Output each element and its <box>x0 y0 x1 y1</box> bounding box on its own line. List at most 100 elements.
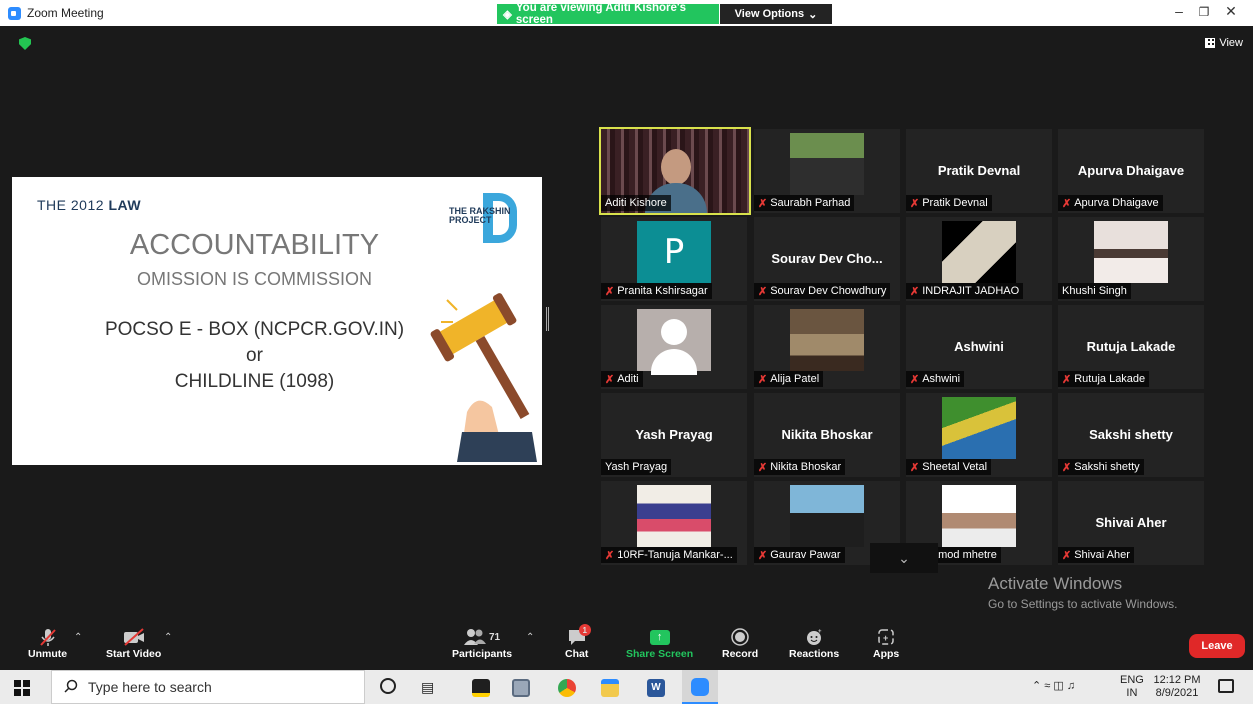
share-screen-button[interactable]: ↑ Share Screen <box>626 626 693 660</box>
participant-name: Nikita Bhoskar <box>770 461 842 473</box>
mic-muted-icon: ✗ <box>1062 197 1072 210</box>
chrome-icon[interactable] <box>558 679 576 697</box>
participant-tile[interactable]: P ✗ Pranita Kshirsagar <box>601 217 747 301</box>
participant-photo <box>790 485 864 547</box>
leave-button[interactable]: Leave <box>1189 634 1245 658</box>
cortana-icon[interactable] <box>380 678 396 694</box>
sticky-notes-icon[interactable] <box>472 679 490 697</box>
taskbar-search-box[interactable]: Type here to search <box>51 670 365 704</box>
search-icon <box>64 679 78 696</box>
tray-icons[interactable]: ⌃ ≈ ◫ ♫ <box>1032 680 1075 693</box>
participant-name-label: ✗ Sheetal Vetal <box>906 459 992 475</box>
chat-button[interactable]: 1 Chat <box>565 624 591 660</box>
participant-tile[interactable]: Aditi Kishore <box>599 127 751 215</box>
mic-muted-icon <box>38 626 58 648</box>
participant-name-label: ✗ Sakshi shetty <box>1058 459 1144 475</box>
audio-options-caret-icon[interactable]: ⌃ <box>74 632 82 643</box>
file-explorer-icon[interactable] <box>601 679 619 697</box>
splitter-handle[interactable] <box>546 307 549 331</box>
windows-start-icon[interactable] <box>14 680 30 696</box>
participant-photo <box>790 133 864 195</box>
reactions-button[interactable]: + Reactions <box>789 626 839 660</box>
next-page-button[interactable]: ⌄ <box>870 543 938 573</box>
participant-tile[interactable]: Sourav Dev Cho... ✗ Sourav Dev Chowdhury <box>754 217 900 301</box>
mic-muted-icon: ✗ <box>605 549 615 562</box>
view-button[interactable]: View <box>1205 37 1243 49</box>
clock[interactable]: 12:12 PM 8/9/2021 <box>1152 674 1202 700</box>
default-avatar-icon <box>637 309 711 375</box>
participant-tile[interactable]: Rutuja Lakade ✗ Rutuja Lakade <box>1058 305 1204 389</box>
participant-tile[interactable]: Pratik Devnal ✗ Pratik Devnal <box>906 129 1052 213</box>
participant-tile[interactable]: Ashwini ✗ Ashwini <box>906 305 1052 389</box>
participant-display-name: Pratik Devnal <box>937 163 1021 178</box>
participant-tile[interactable]: ✗ 10RF-Tanuja Mankar-... <box>601 481 747 565</box>
start-video-button[interactable]: Start Video <box>106 626 161 660</box>
view-label: View <box>1219 37 1243 49</box>
mic-muted-icon: ✗ <box>605 373 615 386</box>
participant-tile[interactable]: Yash Prayag Yash Prayag <box>601 393 747 477</box>
participant-tile[interactable]: ✗ Saurabh Parhad <box>754 129 900 213</box>
slide-line-pocso: POCSO E - BOX (NCPCR.GOV.IN) <box>104 319 405 340</box>
participant-name: Sheetal Vetal <box>922 461 988 473</box>
participant-photo <box>942 485 1016 547</box>
paint-app-icon[interactable] <box>512 679 530 697</box>
participant-tile[interactable]: Apurva Dhaigave ✗ Apurva Dhaigave <box>1058 129 1204 213</box>
participant-tile[interactable]: Sakshi shetty ✗ Sakshi shetty <box>1058 393 1204 477</box>
participant-photo <box>942 397 1016 459</box>
participant-name-label: Yash Prayag <box>601 459 672 475</box>
participants-caret-icon[interactable]: ⌃ <box>526 632 534 643</box>
zoom-icon <box>691 678 709 696</box>
participant-name: Pranita Kshirsagar <box>617 285 708 297</box>
view-options-button[interactable]: View Options ⌄ <box>720 4 832 24</box>
participant-name-label: ✗ Rutuja Lakade <box>1058 371 1150 387</box>
participant-tile[interactable]: ✗ Sheetal Vetal <box>906 393 1052 477</box>
participant-name: Alija Patel <box>770 373 820 385</box>
meeting-toolbar: Unmute ⌃ Start Video ⌃ 71 Participants ⌃… <box>0 620 1253 670</box>
app-title: Zoom Meeting <box>8 6 104 20</box>
reactions-icon: + <box>805 626 823 648</box>
lang-line1: ENG <box>1120 674 1144 686</box>
participant-name: Shivai Aher <box>1074 549 1130 561</box>
share-screen-label: Share Screen <box>626 648 694 660</box>
notifications-icon[interactable] <box>1218 679 1234 693</box>
shared-screen: THE 2012 LAW THE RAKSHIN PROJECT ACCOUNT… <box>12 177 542 465</box>
participant-name: Ashwini <box>922 373 961 385</box>
participant-tile[interactable]: Nikita Bhoskar ✗ Nikita Bhoskar <box>754 393 900 477</box>
participant-tile[interactable]: ✗ Alija Patel <box>754 305 900 389</box>
participant-name-label: ✗ Sourav Dev Chowdhury <box>754 283 891 299</box>
language-indicator[interactable]: ENG IN <box>1120 674 1144 700</box>
restore-button[interactable]: ❐ <box>1189 5 1219 19</box>
participant-tile[interactable]: ✗ INDRAJIT JADHAO <box>906 217 1052 301</box>
participant-name: Sakshi shetty <box>1074 461 1140 473</box>
task-view-icon[interactable]: ▤ <box>421 679 434 696</box>
participant-display-name: Yash Prayag <box>635 427 713 442</box>
slide-law-title: THE 2012 LAW <box>37 197 141 213</box>
participant-tile[interactable]: Khushi Singh <box>1058 217 1204 301</box>
lang-line2: IN <box>1126 687 1138 699</box>
participant-name-label: ✗ Ashwini <box>906 371 965 387</box>
video-options-caret-icon[interactable]: ⌃ <box>164 632 172 643</box>
participant-name-label: ✗ Aditi <box>601 371 643 387</box>
close-button[interactable]: ✕ <box>1216 3 1246 20</box>
apps-button[interactable]: + Apps <box>873 626 899 660</box>
participant-name-label: ✗ Alija Patel <box>754 371 824 387</box>
participant-photo <box>1094 221 1168 283</box>
participant-name: Yash Prayag <box>605 461 668 473</box>
participant-name: Aditi <box>617 373 639 385</box>
slide-heading: ACCOUNTABILITY <box>129 229 380 261</box>
unmute-button[interactable]: Unmute <box>28 626 67 660</box>
participant-display-name: Apurva Dhaigave <box>1077 163 1185 178</box>
participant-tile[interactable]: Shivai Aher ✗ Shivai Aher <box>1058 481 1204 565</box>
apps-label: Apps <box>873 648 900 660</box>
participants-count: 71 <box>488 631 501 643</box>
participant-tile[interactable]: ✗ Aditi <box>601 305 747 389</box>
zoom-taskbar-item[interactable] <box>682 670 718 704</box>
participants-button[interactable]: 71 Participants <box>452 626 512 660</box>
mic-muted-icon: ✗ <box>758 549 768 562</box>
word-icon[interactable]: W <box>647 679 665 697</box>
record-button[interactable]: Record <box>722 626 758 660</box>
mic-muted-icon: ✗ <box>758 285 768 298</box>
reactions-label: Reactions <box>789 648 840 660</box>
participant-name: Rutuja Lakade <box>1074 373 1146 385</box>
security-shield-icon[interactable] <box>19 37 31 50</box>
